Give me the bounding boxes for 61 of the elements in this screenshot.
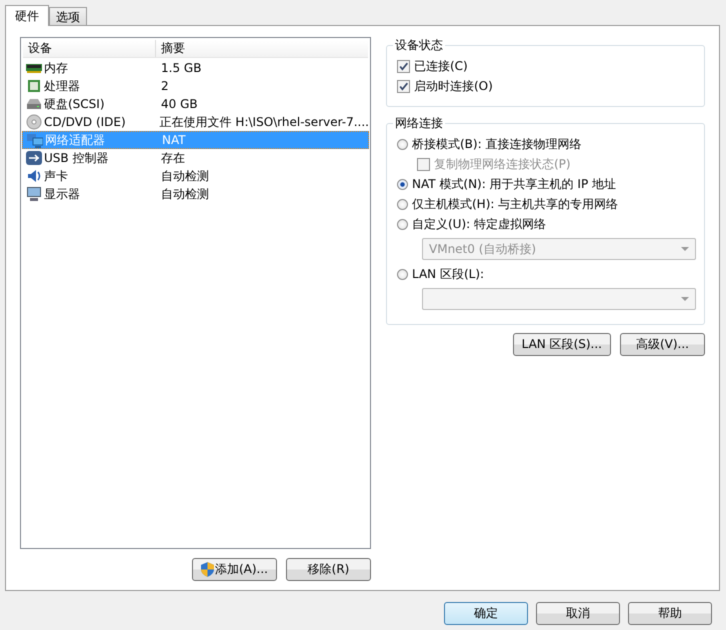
radio-button[interactable] — [397, 138, 408, 150]
device-summary: 40 GB — [160, 97, 198, 111]
device-name: CD/DVD (IDE) — [44, 115, 126, 129]
dialog-button[interactable]: LAN 区段(S)... — [512, 333, 611, 356]
device-summary: 自动检测 — [160, 168, 209, 184]
column-header[interactable]: 摘要 — [156, 40, 185, 57]
device-summary: 2 — [160, 79, 169, 93]
device-row[interactable]: CD/DVD (IDE) 正在使用文件 H:\ISO\rhel-server-7.... — [22, 113, 369, 131]
hard-disk-icon — [26, 96, 42, 112]
list-button[interactable]: 添加(A)... — [192, 558, 277, 581]
checkbox[interactable] — [397, 80, 410, 92]
radio-label: 自定义(U): 特定虚拟网络 — [412, 216, 546, 232]
checkbox-label: 启动时连接(O) — [414, 78, 493, 94]
radio-label: LAN 区段(L): — [412, 266, 484, 282]
device-row[interactable]: 内存 1.5 GB — [22, 59, 369, 77]
speaker-icon — [26, 168, 42, 184]
tab[interactable]: 选项 — [49, 7, 87, 25]
device-name: 处理器 — [44, 78, 80, 94]
device-summary: NAT — [161, 133, 186, 147]
dialog-button[interactable]: 帮助 — [628, 602, 712, 625]
radio-label: NAT 模式(N): 用于共享主机的 IP 地址 — [412, 176, 616, 192]
device-name: 网络适配器 — [45, 132, 105, 148]
dialog-button[interactable]: 确定 — [444, 602, 528, 625]
radio-button[interactable] — [397, 178, 408, 190]
radio-button[interactable] — [397, 268, 408, 280]
radio-label: 桥接模式(B): 直接连接物理网络 — [412, 136, 582, 152]
device-row[interactable]: 处理器 2 — [22, 77, 369, 95]
checkbox-label: 复制物理网络连接状态(P) — [434, 156, 571, 172]
checkbox[interactable] — [397, 60, 410, 72]
group-title: 设备状态 — [394, 37, 444, 54]
group-title: 网络连接 — [394, 115, 444, 132]
list-button[interactable]: 移除(R) — [286, 558, 371, 581]
shield-icon — [200, 562, 214, 577]
device-name: 声卡 — [44, 168, 68, 184]
caret-icon — [681, 247, 689, 251]
device-summary: 存在 — [160, 150, 185, 166]
device-summary: 自动检测 — [160, 186, 209, 202]
device-summary: 1.5 GB — [160, 61, 202, 75]
dialog-button[interactable]: 高级(V)... — [620, 333, 705, 356]
device-row[interactable]: 显示器 自动检测 — [22, 185, 369, 203]
device-name: USB 控制器 — [44, 150, 108, 166]
radio-label: 仅主机模式(H): 与主机共享的专用网络 — [412, 196, 618, 212]
device-row[interactable]: 硬盘(SCSI) 40 GB — [22, 95, 369, 113]
device-row[interactable]: 声卡 自动检测 — [22, 167, 369, 185]
radio-button[interactable] — [397, 198, 408, 210]
device-row[interactable]: USB 控制器 存在 — [22, 149, 369, 167]
monitor-icon — [26, 186, 42, 202]
chip-icon — [26, 78, 42, 94]
device-name: 显示器 — [44, 186, 80, 202]
checkbox-label: 已连接(C) — [414, 58, 468, 74]
column-header[interactable]: 设备 — [23, 40, 156, 57]
radio-button[interactable] — [397, 218, 408, 230]
network-computers-icon — [27, 132, 43, 148]
usb-icon — [26, 150, 42, 166]
device-name: 硬盘(SCSI) — [44, 96, 105, 112]
device-summary: 正在使用文件 H:\ISO\rhel-server-7.... — [158, 114, 369, 130]
disc-icon — [26, 114, 42, 130]
tab[interactable]: 硬件 — [5, 5, 49, 26]
device-name: 内存 — [44, 60, 68, 76]
caret-icon — [681, 297, 689, 301]
dialog-button[interactable]: 取消 — [536, 602, 620, 625]
